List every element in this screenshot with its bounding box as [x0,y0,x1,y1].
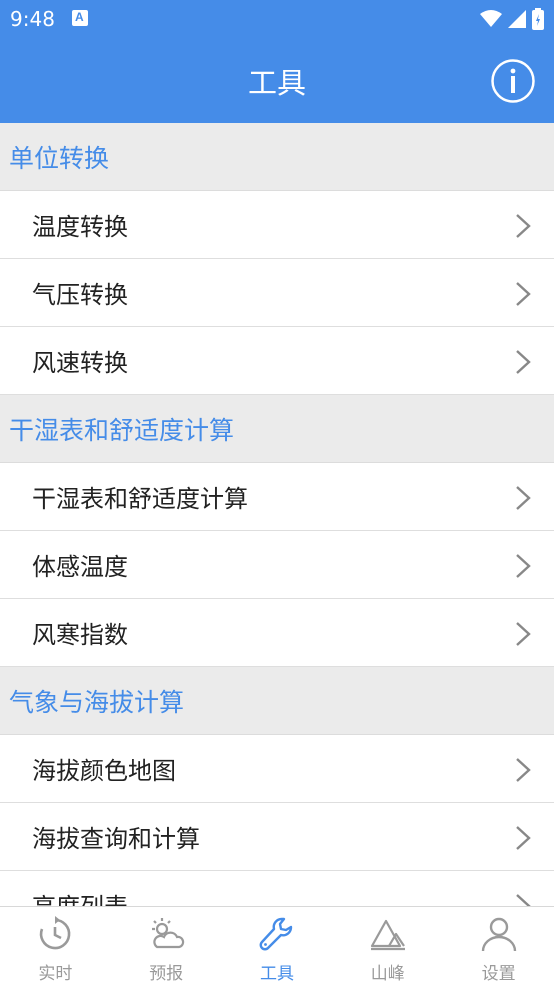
tab-tools[interactable]: 工具 [222,907,333,984]
chevron-right-icon [516,350,531,374]
section-header-comfort: 干湿表和舒适度计算 [0,395,554,463]
info-icon[interactable] [490,58,536,104]
tab-realtime[interactable]: 实时 [0,907,111,984]
list-item-label: 温度转换 [32,213,128,241]
chevron-right-icon [516,826,531,850]
list-item[interactable]: 体感温度 [0,531,554,599]
status-time: 9:48 [10,7,55,31]
bottom-tab-bar: 实时 预报 工具 山峰 设置 [0,906,554,984]
wrench-icon [259,917,293,951]
list-item[interactable]: 风速转换 [0,327,554,395]
list-item[interactable]: 干湿表和舒适度计算 [0,463,554,531]
person-icon [481,917,516,952]
section-header-altitude: 气象与海拔计算 [0,667,554,735]
section-header-unit-conversion: 单位转换 [0,123,554,191]
tab-label: 山峰 [370,964,405,984]
status-icons [480,8,544,30]
list-item-label: 气压转换 [32,281,128,309]
status-bar: 9:48 [0,0,554,38]
list-item-label: 风速转换 [32,349,128,377]
list-item-label: 高度列表 [32,887,128,906]
tab-label: 工具 [259,964,294,984]
list-item[interactable]: 高度列表 [0,871,554,906]
chevron-right-icon [516,486,531,510]
tab-label: 设置 [481,964,516,984]
chevron-right-icon [516,554,531,578]
battery-icon [532,8,544,30]
sun-cloud-icon [152,918,185,949]
list-item[interactable]: 温度转换 [0,191,554,259]
app-bar: 工具 [0,38,554,123]
list-item[interactable]: 海拔查询和计算 [0,803,554,871]
tools-list[interactable]: 单位转换 温度转换 气压转换 风速转换 干湿表和舒适度计算 干湿表和舒适度计算 … [0,123,554,906]
signal-icon [508,10,526,28]
list-item-label: 体感温度 [32,553,128,581]
mountain-icon [370,919,405,951]
chevron-right-icon [516,894,531,906]
refresh-clock-icon [40,916,71,950]
tab-forecast[interactable]: 预报 [111,907,222,984]
list-item-label: 海拔查询和计算 [32,825,200,853]
chevron-right-icon [516,758,531,782]
list-item[interactable]: 海拔颜色地图 [0,735,554,803]
tab-settings[interactable]: 设置 [443,907,554,984]
list-item[interactable]: 气压转换 [0,259,554,327]
page-title: 工具 [247,66,306,100]
wifi-icon [480,10,502,27]
list-item-label: 干湿表和舒适度计算 [32,485,248,513]
list-item[interactable]: 风寒指数 [0,599,554,667]
notification-a-icon [72,10,88,26]
tab-mountains[interactable]: 山峰 [332,907,443,984]
list-item-label: 海拔颜色地图 [32,757,176,785]
list-item-label: 风寒指数 [32,621,128,649]
chevron-right-icon [516,622,531,646]
tab-label: 预报 [149,964,184,984]
chevron-right-icon [516,282,531,306]
tab-label: 实时 [38,964,73,984]
chevron-right-icon [516,214,531,238]
